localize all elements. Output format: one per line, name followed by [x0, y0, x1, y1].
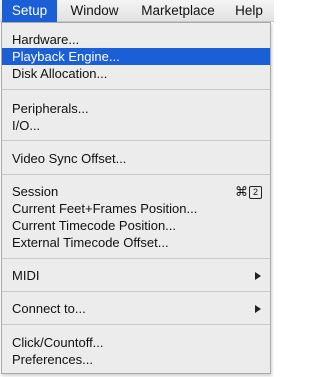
menu-item-label: Connect to...: [12, 301, 86, 316]
setup-dropdown-menu: Hardware... Playback Engine... Disk Allo…: [1, 22, 271, 374]
menu-item-io[interactable]: I/O...: [2, 117, 270, 134]
keyboard-shortcut: ⌘ 2: [235, 183, 262, 200]
menu-separator: [2, 291, 270, 292]
submenu-arrow-icon: [255, 272, 261, 280]
menu-marketplace[interactable]: Marketplace: [132, 0, 224, 22]
menu-item-external-timecode-offset[interactable]: External Timecode Offset...: [2, 234, 270, 251]
menu-item-hardware[interactable]: Hardware...: [2, 31, 270, 48]
menu-item-midi[interactable]: MIDI: [2, 267, 270, 284]
menu-separator: [2, 89, 270, 90]
menu-separator: [2, 258, 270, 259]
menu-item-playback-engine[interactable]: Playback Engine...: [2, 48, 270, 65]
menu-item-video-sync-offset[interactable]: Video Sync Offset...: [2, 150, 270, 167]
numeric-keypad-key: 2: [249, 186, 262, 199]
menu-separator: [2, 174, 270, 175]
menu-item-current-timecode-position[interactable]: Current Timecode Position...: [2, 217, 270, 234]
menu-window[interactable]: Window: [57, 0, 132, 22]
application-window: Setup Window Marketplace Help Hardware..…: [0, 0, 274, 377]
menu-bar: Setup Window Marketplace Help: [0, 0, 274, 22]
menu-item-label: Session: [12, 184, 59, 199]
menu-item-preferences[interactable]: Preferences...: [2, 351, 270, 368]
menu-item-connect-to[interactable]: Connect to...: [2, 300, 270, 317]
menu-item-label: MIDI: [12, 268, 40, 283]
menu-item-current-feet-frames-position[interactable]: Current Feet+Frames Position...: [2, 200, 270, 217]
menu-separator: [2, 140, 270, 141]
menu-item-click-countoff[interactable]: Click/Countoff...: [2, 334, 270, 351]
menu-item-peripherals[interactable]: Peripherals...: [2, 100, 270, 117]
menu-item-session[interactable]: Session ⌘ 2: [2, 183, 270, 200]
menu-item-disk-allocation[interactable]: Disk Allocation...: [2, 65, 270, 82]
menu-separator: [2, 324, 270, 325]
command-key-icon: ⌘: [235, 184, 248, 199]
menu-help[interactable]: Help: [224, 0, 274, 22]
submenu-arrow-icon: [255, 305, 261, 313]
menu-setup[interactable]: Setup: [2, 0, 57, 22]
